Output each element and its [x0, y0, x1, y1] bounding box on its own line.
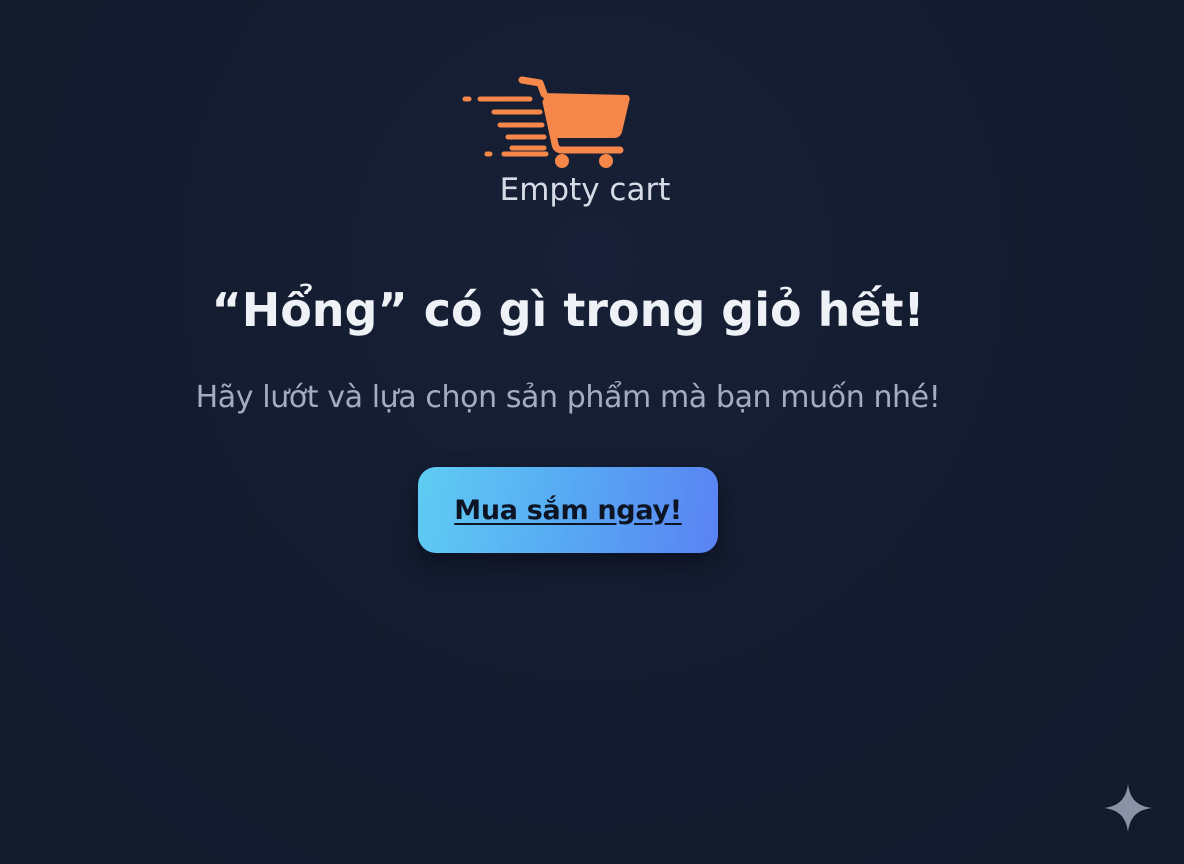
empty-cart-subtitle: Hãy lướt và lựa chọn sản phẩm mà bạn muố…	[195, 380, 941, 415]
empty-cart-page: Empty cart “Hổng” có gì trong giỏ hết! H…	[0, 0, 1184, 864]
shopping-cart-icon	[460, 74, 636, 172]
shop-now-button[interactable]: Mua sắm ngay!	[418, 467, 718, 553]
sparkle-icon[interactable]	[1103, 783, 1153, 833]
empty-cart-headline: “Hổng” có gì trong giỏ hết!	[211, 283, 925, 337]
shop-now-label: Mua sắm ngay!	[454, 494, 682, 526]
empty-cart-caption: Empty cart	[499, 172, 671, 208]
